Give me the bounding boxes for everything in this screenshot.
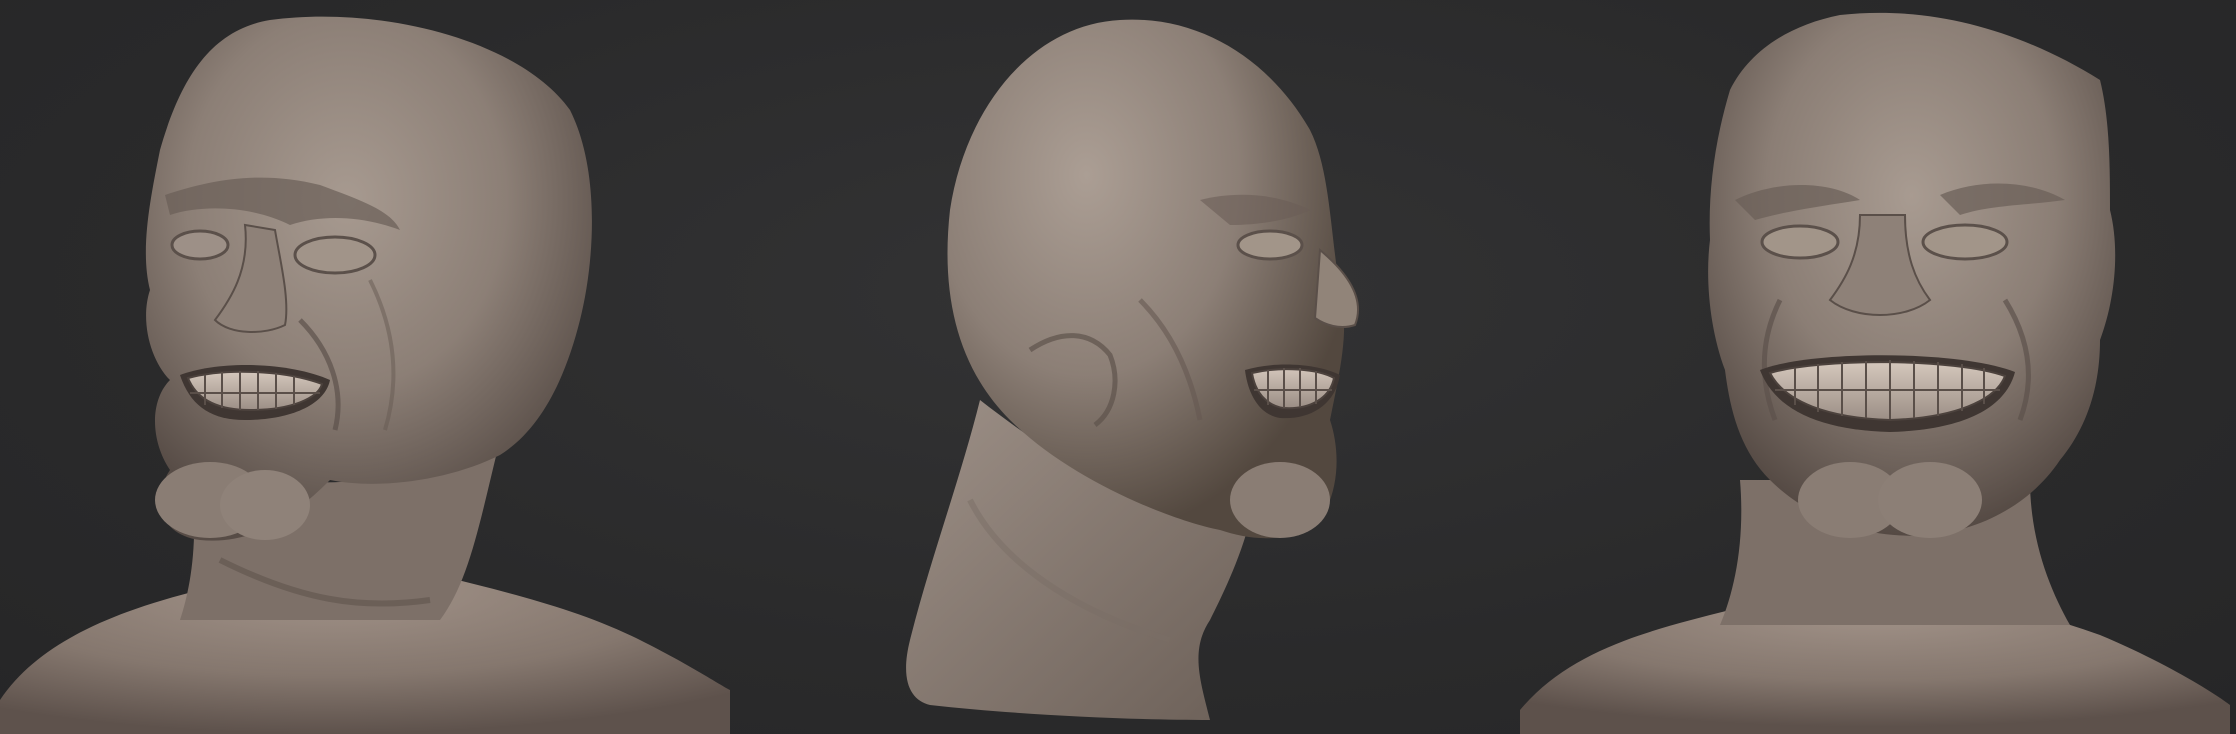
bust-front-view	[1510, 0, 2236, 734]
bust-profile-image	[906, 19, 1360, 720]
bust-three-quarter-image	[0, 16, 730, 734]
bust-front-image	[1520, 12, 2230, 734]
bust-three-quarter-view	[0, 0, 745, 734]
bust-profile-view	[870, 0, 1430, 734]
sculpt-viewport[interactable]	[0, 0, 2236, 734]
